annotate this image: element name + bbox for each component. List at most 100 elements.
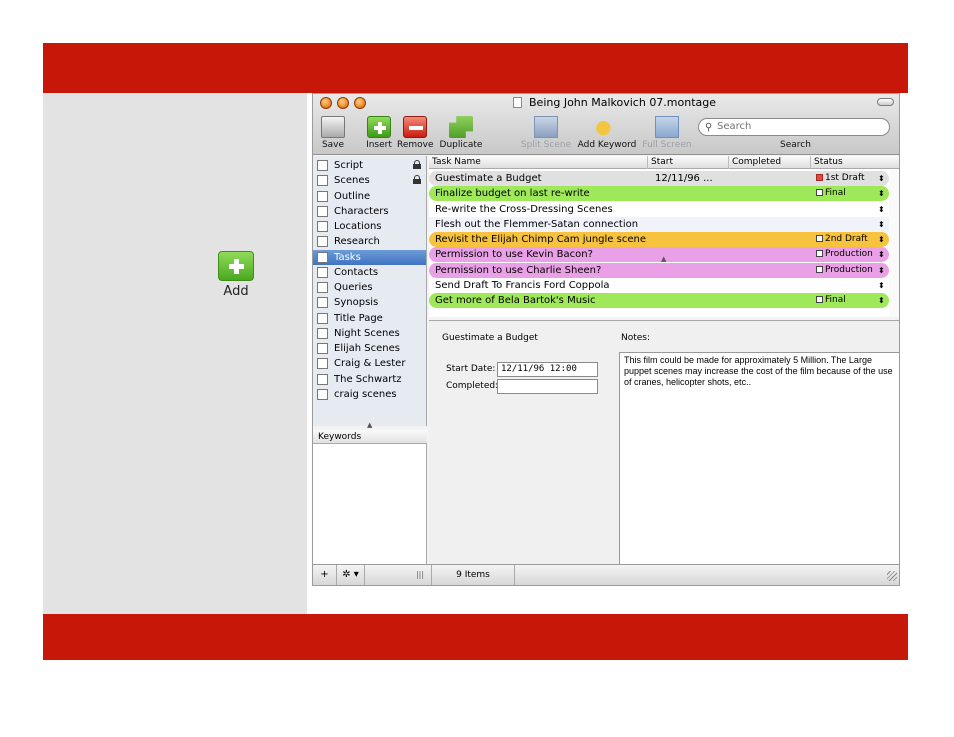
table-row[interactable]: Revisit the Elijah Chimp Cam jungle scen…: [429, 232, 889, 247]
status-popup-arrows-icon[interactable]: ⬍: [878, 293, 885, 308]
completed-field[interactable]: [497, 379, 598, 394]
task-status-label: Production: [825, 264, 873, 275]
sidebar-item-locations[interactable]: Locations: [313, 219, 426, 234]
sidebar-item-contacts[interactable]: Contacts: [313, 265, 426, 280]
full-screen-button[interactable]: Full Screen: [641, 113, 693, 153]
sidebar-item-research[interactable]: Research: [313, 234, 426, 249]
column-header-start[interactable]: Start: [647, 156, 728, 169]
add-large-icon[interactable]: [218, 251, 254, 281]
task-status-label: 2nd Draft: [825, 234, 868, 244]
status-popup-arrows-icon[interactable]: ⬍: [878, 171, 885, 186]
table-row[interactable]: Permission to use Charlie Sheen? Producti…: [429, 262, 889, 278]
window-zoom-button[interactable]: [354, 97, 366, 109]
sidebar-item-label: Queries: [334, 282, 373, 293]
save-icon: [321, 116, 345, 138]
locations-icon: [317, 221, 328, 232]
status-popup-arrows-icon[interactable]: ⬍: [878, 232, 885, 247]
remove-button[interactable]: Remove: [397, 113, 434, 153]
start-date-label: Start Date:: [446, 364, 496, 374]
task-status-cell[interactable]: Final: [816, 293, 846, 308]
split-scene-icon: [534, 116, 558, 138]
table-scrollbar[interactable]: [889, 170, 899, 317]
split-view-grip-icon[interactable]: ▲: [661, 255, 666, 263]
task-status-label: Final: [825, 295, 846, 305]
column-header-completed[interactable]: Completed: [728, 156, 810, 169]
smart-folder-icon: [317, 343, 328, 354]
toolbar-toggle-button[interactable]: [877, 98, 894, 106]
insert-button[interactable]: Insert: [363, 113, 395, 153]
table-row[interactable]: Send Draft To Francis Ford Coppola ⬍: [429, 278, 889, 293]
sidebar-item-synopsis[interactable]: Synopsis: [313, 295, 426, 310]
action-menu-button[interactable]: ✲ ▾: [337, 565, 365, 585]
duplicate-button[interactable]: Duplicate: [437, 113, 485, 153]
window-minimize-button[interactable]: [337, 97, 349, 109]
window-titlebar: Being John Malkovich 07.montage Save Ins…: [313, 94, 899, 155]
task-status-cell[interactable]: Final: [816, 186, 846, 201]
contacts-icon: [317, 266, 328, 278]
start-date-field[interactable]: 12/11/96 12:00: [497, 362, 598, 377]
search-field[interactable]: ⚲: [698, 118, 890, 136]
table-row[interactable]: Flesh out the Flemmer-Satan connection ⬍: [429, 216, 889, 232]
sidebar-item-label: Night Scenes: [334, 327, 400, 339]
task-status-cell[interactable]: 2nd Draft: [816, 232, 868, 247]
plus-icon: [367, 116, 391, 138]
sidebar-item-elijah-scenes[interactable]: Elijah Scenes: [313, 341, 426, 356]
table-row[interactable]: Guestimate a Budget 12/11/96 ... 1st Draft…: [429, 171, 889, 186]
task-name-cell: Guestimate a Budget: [435, 173, 542, 184]
detail-title: Guestimate a Budget: [442, 333, 538, 343]
window-close-button[interactable]: [320, 97, 332, 109]
task-name-cell: Flesh out the Flemmer-Satan connection: [435, 218, 639, 230]
task-status-label: 1st Draft: [825, 173, 865, 183]
table-row[interactable]: Permission to use Kevin Bacon? Production…: [429, 247, 889, 263]
sidebar-item-queries[interactable]: Queries: [313, 280, 426, 295]
sidebar-item-label: Locations: [334, 221, 382, 232]
sidebar-item-craig-lester[interactable]: Craig & Lester: [313, 356, 426, 371]
title-page-icon: [317, 312, 328, 324]
sidebar-item-tasks[interactable]: Tasks: [313, 249, 426, 265]
notes-textarea[interactable]: This film could be made for approximatel…: [619, 352, 899, 565]
sidebar-item-characters[interactable]: Characters: [313, 204, 426, 219]
status-popup-arrows-icon[interactable]: ⬍: [878, 217, 885, 232]
add-item-button[interactable]: +: [313, 565, 337, 585]
column-header-status[interactable]: Status: [810, 156, 899, 169]
task-status-cell[interactable]: Production: [816, 263, 873, 278]
document-icon: [513, 97, 522, 108]
task-status-cell[interactable]: 1st Draft: [816, 171, 865, 186]
add-large-label: Add: [223, 284, 249, 299]
column-header-task-name[interactable]: Task Name: [429, 156, 646, 169]
sidebar-item-the-schwartz[interactable]: The Schwartz: [313, 372, 426, 387]
task-status-cell[interactable]: Production: [816, 247, 873, 262]
split-handle-icon[interactable]: |||: [413, 565, 427, 585]
table-row[interactable]: Re-write the Cross-Dressing Scenes ⬍: [429, 202, 889, 217]
status-popup-arrows-icon[interactable]: ⬍: [878, 247, 885, 262]
sidebar-grip-icon[interactable]: ▲: [367, 421, 372, 429]
search-toolbar-item: ⚲ Search: [698, 113, 896, 153]
sidebar-item-label: Research: [334, 236, 380, 248]
task-table: Task Name Start Completed Status Guestim…: [429, 156, 899, 317]
status-popup-arrows-icon[interactable]: ⬍: [878, 202, 885, 217]
scenes-icon: [317, 175, 328, 187]
status-popup-arrows-icon[interactable]: ⬍: [878, 186, 885, 201]
save-button[interactable]: Save: [317, 113, 349, 153]
task-name-cell: Permission to use Charlie Sheen?: [435, 264, 602, 276]
sidebar-item-night-scenes[interactable]: Night Scenes: [313, 326, 426, 341]
status-popup-arrows-icon[interactable]: ⬍: [878, 263, 885, 278]
split-scene-button[interactable]: Split Scene: [518, 113, 574, 153]
outline-icon: [317, 190, 328, 202]
table-row[interactable]: Finalize budget on last re-write Final ⬍: [429, 186, 889, 202]
sidebar-item-label: Characters: [334, 205, 389, 217]
sidebar-item-outline[interactable]: Outline: [313, 189, 426, 204]
status-popup-arrows-icon[interactable]: ⬍: [878, 278, 885, 293]
tasks-icon: [317, 251, 328, 263]
sidebar-item-craig-scenes[interactable]: craig scenes: [313, 387, 426, 402]
search-input[interactable]: [717, 121, 877, 132]
synopsis-icon: [317, 297, 328, 309]
table-row[interactable]: Get more of Bela Bartok's Music Final ⬍: [429, 293, 889, 308]
sidebar-item-script[interactable]: Script: [313, 158, 426, 173]
resize-grip-icon[interactable]: [887, 571, 897, 581]
sidebar-item-title-page[interactable]: Title Page: [313, 311, 426, 326]
lock-icon: [413, 175, 421, 185]
sidebar-item-scenes[interactable]: Scenes: [313, 173, 426, 188]
add-keyword-button[interactable]: Add Keyword: [577, 113, 637, 153]
duplicate-label: Duplicate: [439, 140, 483, 150]
